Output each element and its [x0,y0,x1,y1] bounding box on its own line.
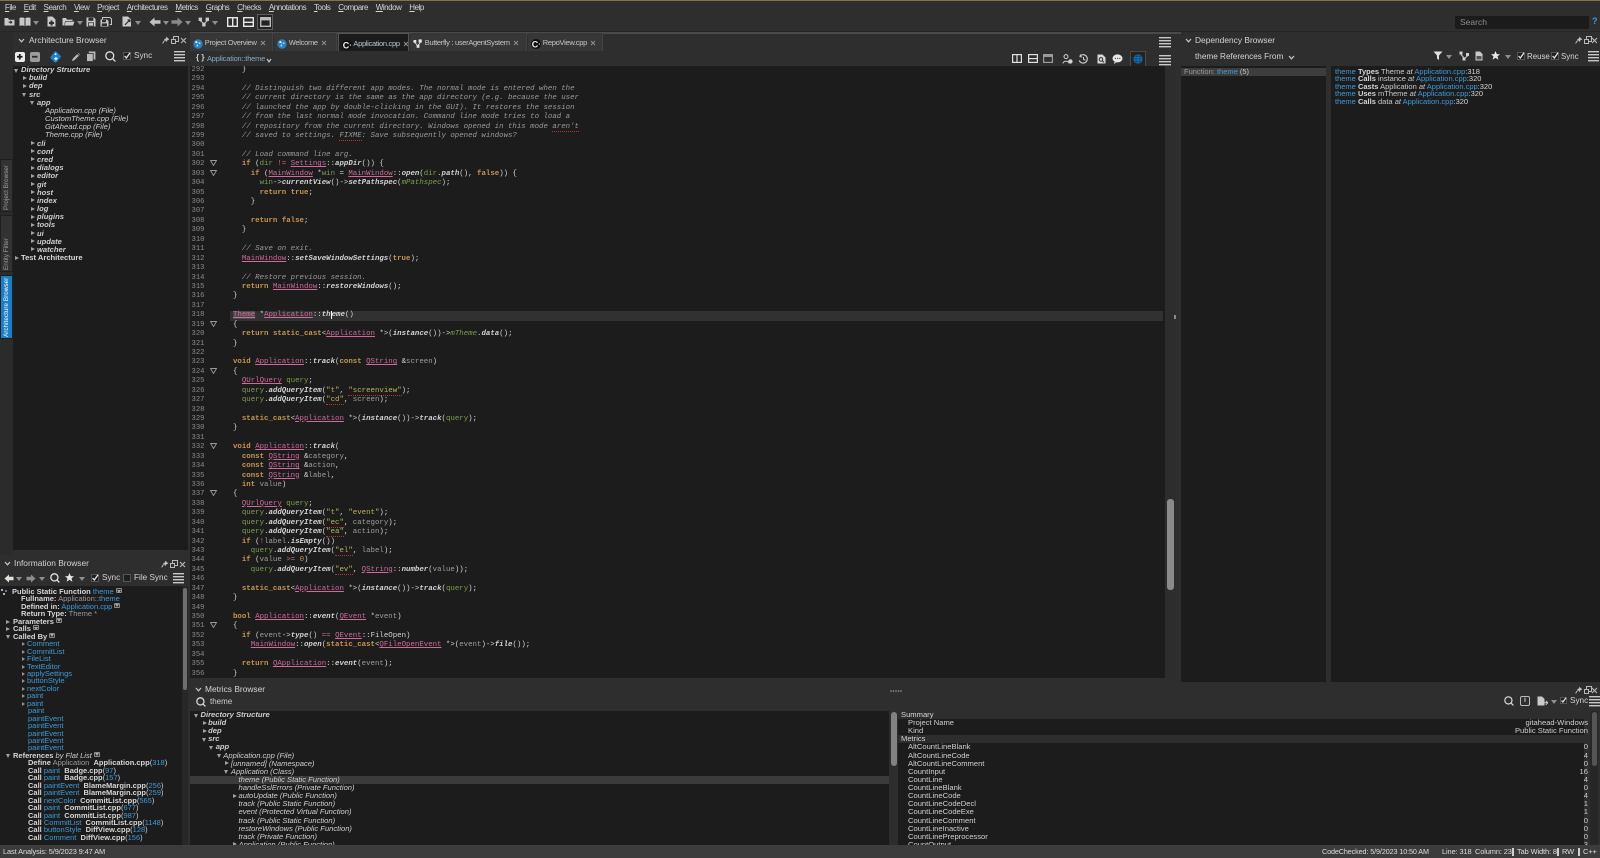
svg-text:C: C [532,39,539,49]
svg-text:C: C [343,40,350,50]
